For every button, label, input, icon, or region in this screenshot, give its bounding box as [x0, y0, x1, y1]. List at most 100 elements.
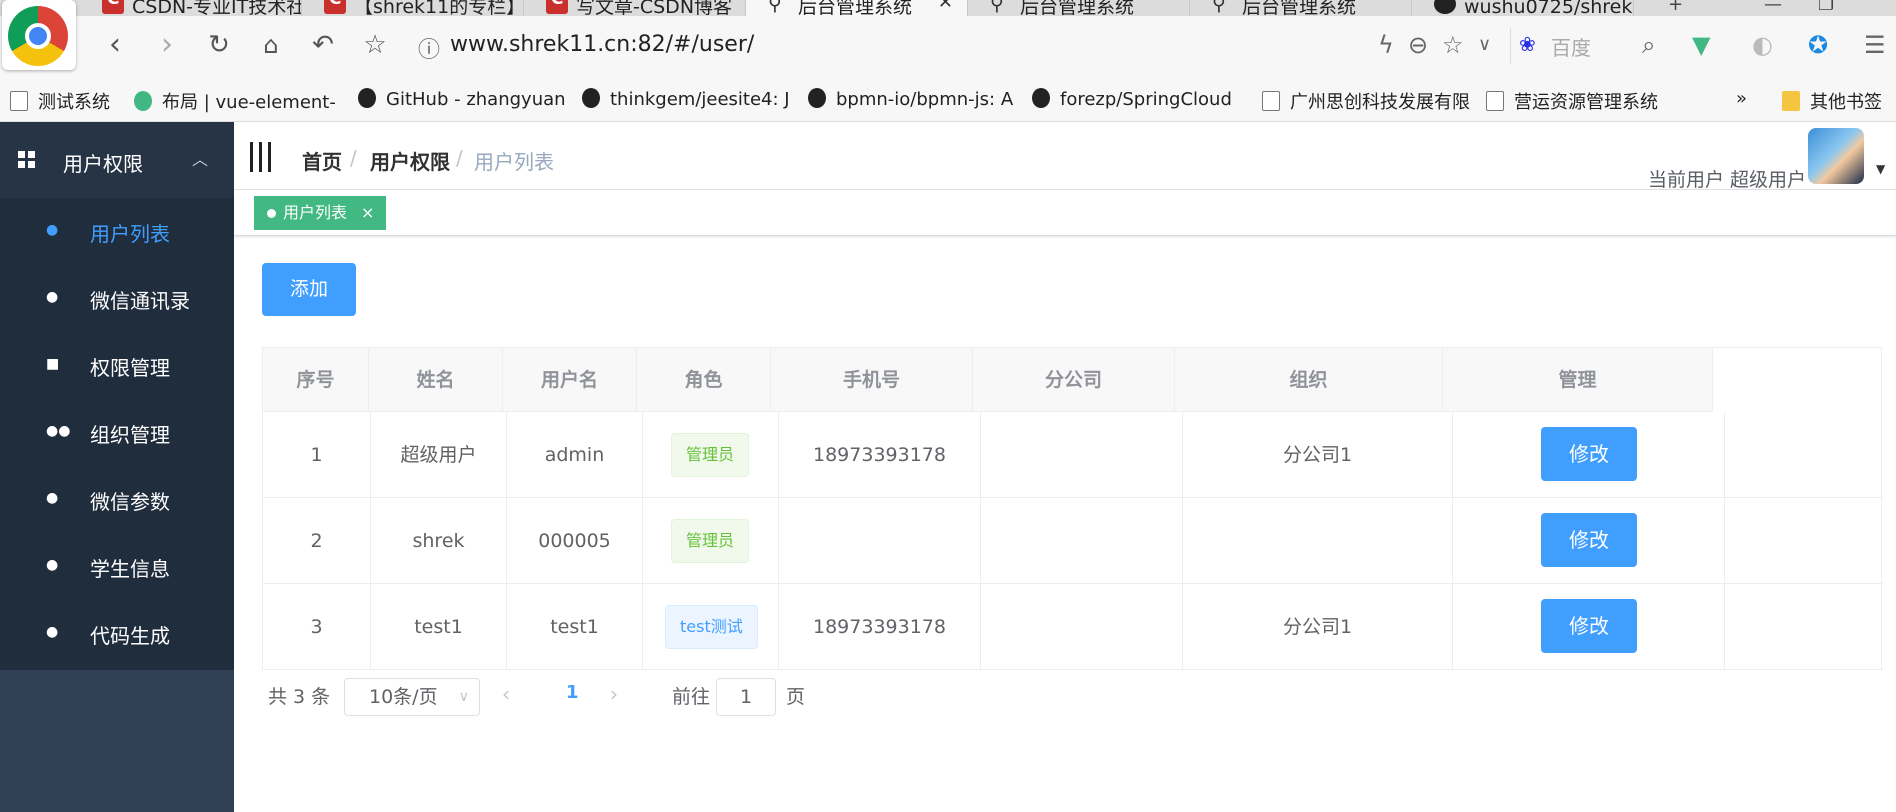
cell-username: test1: [507, 584, 643, 670]
browser-tab-5[interactable]: ⚲ 后台管理系统: [1190, 0, 1412, 16]
bookmarks-overflow-icon[interactable]: »: [1736, 88, 1747, 109]
vue-devtools-icon[interactable]: ▼: [1692, 28, 1710, 62]
cell-org: [1183, 498, 1453, 584]
page-number[interactable]: 1: [566, 682, 579, 703]
table-row: 3 test1 test1 test测试 18973393178 分公司1 修改: [263, 584, 1883, 670]
home-icon[interactable]: ⌂: [254, 28, 288, 62]
forward-icon[interactable]: ›: [150, 28, 184, 62]
close-tab-icon[interactable]: ✕: [938, 0, 953, 12]
cell-username: admin: [507, 412, 643, 498]
bookmark-item[interactable]: GitHub - zhangyuan: [358, 88, 566, 110]
goto-page-input[interactable]: [716, 678, 776, 716]
cell-index: 2: [263, 498, 371, 584]
chevron-down-icon[interactable]: ∨: [1478, 28, 1491, 62]
role-tag: 管理员: [671, 433, 750, 477]
browser-tab-0[interactable]: CSDN-专业IT技术社区: [80, 0, 302, 16]
browser-tab-1[interactable]: 【shrek11的专栏】: [302, 0, 524, 16]
other-bookmarks[interactable]: 其他书签: [1782, 88, 1882, 114]
cell-name: shrek: [371, 498, 507, 584]
table-row: 2 shrek 000005 管理员 修改: [263, 498, 1883, 584]
breadcrumb-home[interactable]: 首页: [302, 146, 342, 175]
cell-phone: [779, 498, 981, 584]
bookmark-item[interactable]: 布局 | vue-element-: [134, 88, 336, 114]
users-icon: ●●: [46, 423, 71, 439]
bookmark-item[interactable]: 测试系统: [10, 88, 110, 114]
csdn-icon: [102, 0, 124, 14]
caret-down-icon[interactable]: ▼: [1876, 162, 1885, 176]
cell-username: 000005: [507, 498, 643, 584]
csdn-icon: [324, 0, 346, 14]
extension-blue-icon[interactable]: ✪: [1808, 28, 1828, 62]
favorite-star-icon[interactable]: ☆: [1442, 28, 1464, 62]
sidebar-group-label: 用户权限: [63, 152, 143, 176]
browser-tab-6[interactable]: wushu0725/shrek-s: [1412, 0, 1634, 16]
pagination-total: 共 3 条: [268, 686, 331, 708]
cell-name: test1: [371, 584, 507, 670]
tags-view: 用户列表 ×: [234, 190, 1896, 236]
github-icon: [1434, 0, 1456, 14]
bookmark-item[interactable]: 广州思创科技发展有限: [1262, 88, 1470, 114]
vue-icon: [134, 91, 152, 111]
browser-tab-2[interactable]: 写文章-CSDN博客: [524, 0, 746, 16]
sidebar-submenu: ● 用户列表 ● 微信通讯录 ■ 权限管理 ●● 组织管理 ● 微信参数 ● 学生信息 ● 代…: [0, 198, 234, 670]
table-row: 1 超级用户 admin 管理员 18973393178 分公司1 修改: [263, 412, 1883, 498]
edit-button[interactable]: 修改: [1541, 513, 1637, 567]
baidu-paw-icon: ❀: [1519, 32, 1536, 56]
sidebar-item-wechat-params[interactable]: ● 微信参数: [0, 466, 234, 533]
browser-chrome: CSDN-专业IT技术社区 【shrek11的专栏】 写文章-CSDN博客 ⚲后…: [0, 0, 1896, 122]
bookmark-item[interactable]: 营运资源管理系统: [1486, 88, 1658, 114]
navbar: 首页 / 用户权限 / 用户列表 当前用户 超级用户 ▼: [234, 122, 1896, 191]
address-url: www.shrek11.cn:82/#/user/: [450, 32, 755, 57]
browser-tab-4[interactable]: ⚲ 后台管理系统: [968, 0, 1190, 16]
undo-icon[interactable]: ↶: [306, 28, 340, 62]
bookmark-item[interactable]: forezp/SpringCloud: [1032, 88, 1232, 110]
github-icon: [582, 88, 600, 108]
sidebar-group-user-permissions[interactable]: 用户权限 ︿: [0, 122, 234, 198]
bookmark-item[interactable]: thinkgem/jeesite4: J: [582, 88, 790, 110]
github-icon: [358, 88, 376, 108]
breadcrumb-user-permissions[interactable]: 用户权限: [370, 146, 450, 175]
avatar[interactable]: [1808, 128, 1864, 184]
restore-icon[interactable]: ❐: [1818, 0, 1834, 15]
browser-logo: [2, 0, 76, 70]
sidebar-item-code-gen[interactable]: ● 代码生成: [0, 600, 234, 667]
site-info-icon[interactable]: ⓘ: [418, 32, 440, 64]
next-page-icon[interactable]: ›: [610, 682, 618, 706]
browser-tab-3[interactable]: ⚲ 后台管理系统 ✕: [746, 0, 968, 16]
back-icon[interactable]: ‹: [98, 28, 132, 62]
minimize-icon[interactable]: —: [1764, 0, 1782, 15]
github-icon: [808, 88, 826, 108]
edit-button[interactable]: 修改: [1541, 599, 1637, 653]
prev-page-icon[interactable]: ‹: [502, 682, 510, 706]
extension-icon[interactable]: ◐: [1752, 28, 1773, 62]
cell-phone: 18973393178: [779, 412, 981, 498]
cell-actions: 修改: [1453, 584, 1725, 670]
hamburger-icon[interactable]: [250, 142, 274, 172]
sidebar-item-permissions[interactable]: ■ 权限管理: [0, 332, 234, 399]
bookmark-star-icon[interactable]: ☆: [358, 28, 392, 62]
sidebar-item-user-list[interactable]: ● 用户列表: [0, 198, 234, 265]
add-button[interactable]: 添加: [262, 263, 356, 316]
search-icon[interactable]: ⌕: [1642, 28, 1655, 62]
sidebar-item-organization[interactable]: ●● 组织管理: [0, 399, 234, 466]
zoom-out-icon[interactable]: ⊖: [1408, 28, 1428, 62]
reload-icon[interactable]: ↻: [202, 28, 236, 62]
lock-icon: ■: [46, 356, 60, 372]
edit-button[interactable]: 修改: [1541, 427, 1637, 481]
search-input[interactable]: 百度: [1551, 32, 1591, 61]
close-tag-icon[interactable]: ×: [361, 197, 374, 229]
tag-user-list[interactable]: 用户列表 ×: [254, 196, 386, 230]
lightning-icon[interactable]: ϟ: [1378, 28, 1394, 62]
page-size-select[interactable]: 10条/页 ∨: [344, 678, 480, 716]
menu-icon[interactable]: ☰: [1864, 28, 1886, 62]
address-bar[interactable]: ⓘ www.shrek11.cn:82/#/user/: [412, 28, 1522, 64]
main-content: 添加 序号 姓名 用户名 角色 手机号 分公司 组织 管理 1 超级用户 adm…: [234, 236, 1896, 812]
sidebar-item-wechat-contacts[interactable]: ● 微信通讯录: [0, 265, 234, 332]
bookmark-item[interactable]: bpmn-io/bpmn-js: A: [808, 88, 1013, 110]
role-tag: 管理员: [671, 519, 750, 563]
new-tab-icon[interactable]: +: [1668, 0, 1683, 15]
sidebar-item-student-info[interactable]: ● 学生信息: [0, 533, 234, 600]
grid-icon: [18, 151, 36, 169]
role-tag: test测试: [665, 605, 758, 649]
column-header: 手机号: [771, 348, 973, 412]
